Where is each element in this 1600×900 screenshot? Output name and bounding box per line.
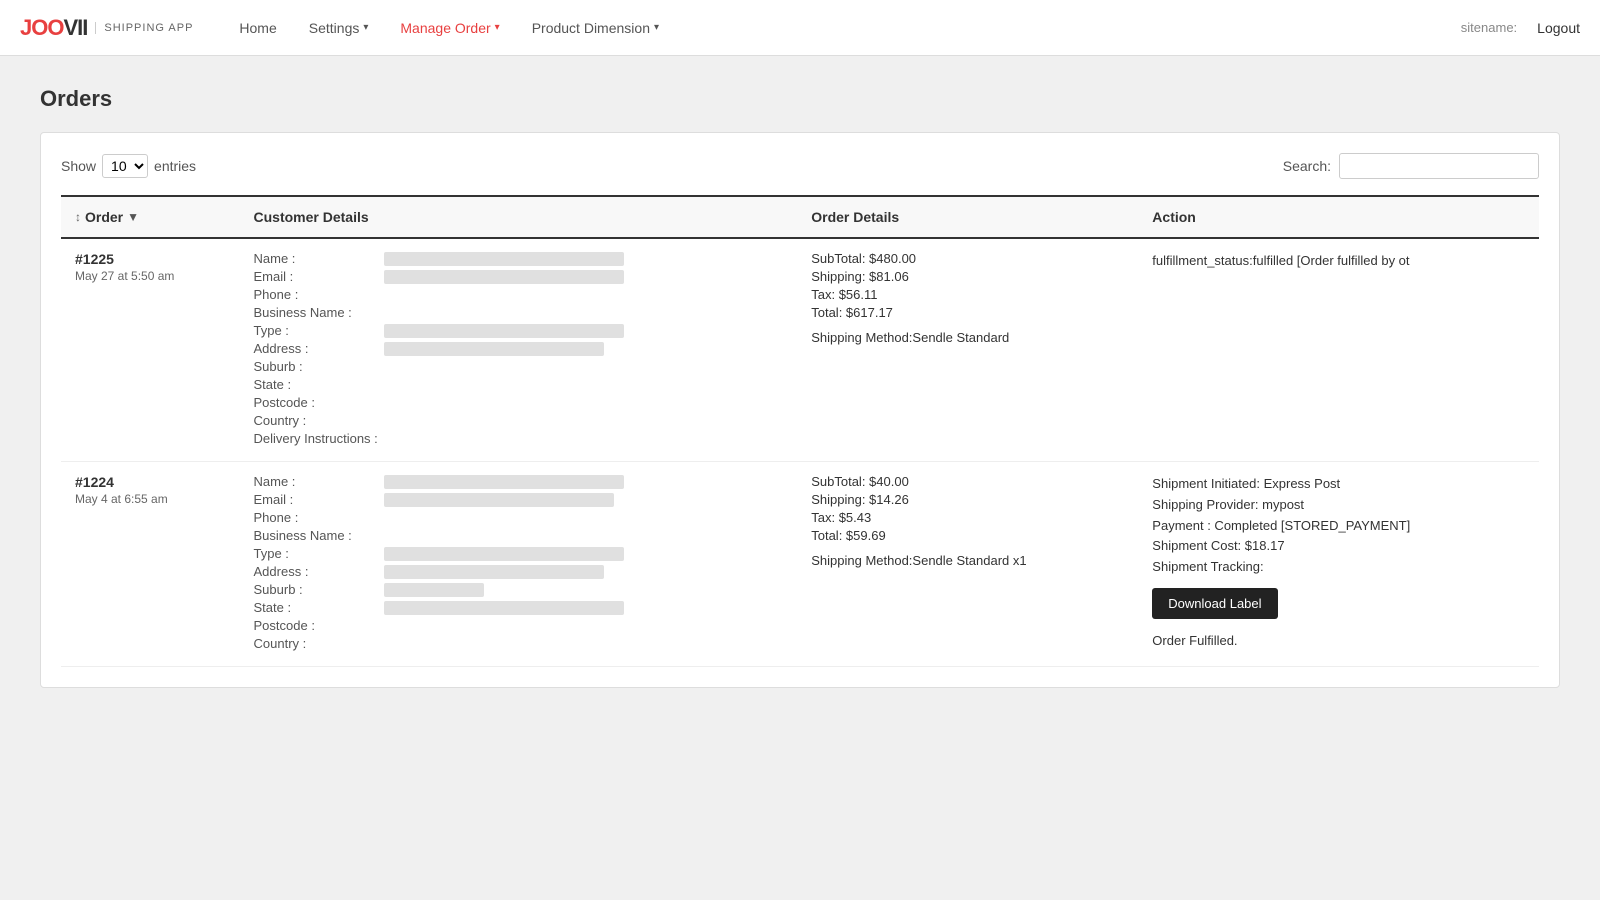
subtotal: SubTotal: $480.00 (811, 251, 1124, 266)
order-cell: #1225 May 27 at 5:50 am (61, 238, 240, 462)
th-order: ↕ Order ▼ (61, 196, 240, 238)
brand-sub: SHIPPING APP (95, 22, 193, 34)
field-name: Name : (254, 474, 784, 489)
action-cell: Shipment Initiated: Express Post Shippin… (1138, 462, 1539, 667)
navbar: JOOVII SHIPPING APP Home Settings ▾ Mana… (0, 0, 1600, 56)
order-cell: #1224 May 4 at 6:55 am (61, 462, 240, 667)
customer-details-cell: Name : Email : Phone : Business Name : (240, 462, 798, 667)
nav-manage-order[interactable]: Manage Order ▾ (384, 0, 515, 56)
field-phone: Phone : (254, 510, 784, 525)
field-state: State : (254, 377, 784, 392)
field-business-name: Business Name : (254, 528, 784, 543)
shipping-provider: Shipping Provider: mypost (1152, 495, 1525, 516)
field-country: Country : (254, 636, 784, 651)
page-content: Orders Show 10 25 50 entries Search: (0, 56, 1600, 718)
show-label: Show (61, 158, 96, 174)
field-type: Type : (254, 546, 784, 561)
search-label: Search: (1283, 158, 1331, 174)
product-dimension-chevron-icon: ▾ (654, 22, 659, 33)
page-title: Orders (40, 86, 1560, 112)
table-row: #1224 May 4 at 6:55 am Name : Email : (61, 462, 1539, 667)
shipping-method: Shipping Method:Sendle Standard x1 (811, 553, 1124, 568)
field-address: Address : (254, 564, 784, 579)
field-value-bar (384, 270, 624, 284)
th-customer-details: Customer Details (240, 196, 798, 238)
field-name: Name : (254, 251, 784, 266)
shipment-tracking: Shipment Tracking: (1152, 557, 1525, 578)
show-entries: Show 10 25 50 entries (61, 154, 196, 178)
table-header-row: ↕ Order ▼ Customer Details Order Details… (61, 196, 1539, 238)
settings-chevron-icon: ▾ (363, 22, 368, 33)
shipping-method: Shipping Method:Sendle Standard (811, 330, 1124, 345)
field-value-bar (384, 493, 614, 507)
field-postcode: Postcode : (254, 395, 784, 410)
table-container: Show 10 25 50 entries Search: ↕ (40, 132, 1560, 688)
th-action: Action (1138, 196, 1539, 238)
order-date: May 27 at 5:50 am (75, 269, 226, 283)
shipment-cost: Shipment Cost: $18.17 (1152, 536, 1525, 557)
shipping-cost: Shipping: $14.26 (811, 492, 1124, 507)
field-type: Type : (254, 323, 784, 338)
field-email: Email : (254, 492, 784, 507)
sort-icon[interactable]: ↕ (75, 210, 81, 224)
field-business-name: Business Name : (254, 305, 784, 320)
nav-settings[interactable]: Settings ▾ (293, 0, 385, 56)
order-details-cell: SubTotal: $480.00 Shipping: $81.06 Tax: … (797, 238, 1138, 462)
field-value-bar (384, 565, 604, 579)
entries-select[interactable]: 10 25 50 (102, 154, 148, 178)
download-label-button[interactable]: Download Label (1152, 588, 1277, 619)
shipment-initiated: Shipment Initiated: Express Post (1152, 474, 1525, 495)
field-value-bar (384, 475, 624, 489)
manage-order-chevron-icon: ▾ (495, 22, 500, 33)
entries-label: entries (154, 158, 196, 174)
field-state: State : (254, 600, 784, 615)
total: Total: $617.17 (811, 305, 1124, 320)
order-number: #1224 (75, 474, 226, 490)
nav-links: Home Settings ▾ Manage Order ▾ Product D… (223, 0, 1460, 56)
sitename-label: sitename: (1461, 20, 1517, 35)
field-address: Address : (254, 341, 784, 356)
table-controls: Show 10 25 50 entries Search: (61, 153, 1539, 179)
tax: Tax: $5.43 (811, 510, 1124, 525)
table-row: #1225 May 27 at 5:50 am Name : Email : (61, 238, 1539, 462)
brand: JOOVII SHIPPING APP (20, 15, 193, 41)
filter-icon[interactable]: ▼ (127, 210, 139, 224)
orders-table: ↕ Order ▼ Customer Details Order Details… (61, 195, 1539, 667)
search-container: Search: (1283, 153, 1539, 179)
field-value-bar (384, 252, 624, 266)
field-suburb: Suburb : (254, 582, 784, 597)
field-value-bar (384, 601, 624, 615)
nav-home[interactable]: Home (223, 0, 292, 56)
order-date: May 4 at 6:55 am (75, 492, 226, 506)
shipping-cost: Shipping: $81.06 (811, 269, 1124, 284)
order-details-cell: SubTotal: $40.00 Shipping: $14.26 Tax: $… (797, 462, 1138, 667)
field-delivery-instructions: Delivery Instructions : (254, 431, 784, 446)
field-email: Email : (254, 269, 784, 284)
total: Total: $59.69 (811, 528, 1124, 543)
field-postcode: Postcode : (254, 618, 784, 633)
th-order-details: Order Details (797, 196, 1138, 238)
order-number: #1225 (75, 251, 226, 267)
field-value-bar (384, 342, 604, 356)
nav-right: sitename: Logout (1461, 20, 1580, 36)
subtotal: SubTotal: $40.00 (811, 474, 1124, 489)
payment-status: Payment : Completed [STORED_PAYMENT] (1152, 516, 1525, 537)
order-fulfilled-text: Order Fulfilled. (1152, 633, 1525, 648)
brand-logo: JOOVII (20, 15, 87, 41)
nav-product-dimension[interactable]: Product Dimension ▾ (516, 0, 675, 56)
field-value-bar (384, 324, 624, 338)
field-phone: Phone : (254, 287, 784, 302)
field-country: Country : (254, 413, 784, 428)
field-value-bar (384, 547, 624, 561)
tax: Tax: $56.11 (811, 287, 1124, 302)
field-suburb: Suburb : (254, 359, 784, 374)
logout-button[interactable]: Logout (1537, 20, 1580, 36)
fulfillment-status: fulfillment_status:fulfilled [Order fulf… (1152, 251, 1525, 272)
search-input[interactable] (1339, 153, 1539, 179)
field-value-bar (384, 583, 484, 597)
action-cell: fulfillment_status:fulfilled [Order fulf… (1138, 238, 1539, 462)
customer-details-cell: Name : Email : Phone : Business Name : (240, 238, 798, 462)
